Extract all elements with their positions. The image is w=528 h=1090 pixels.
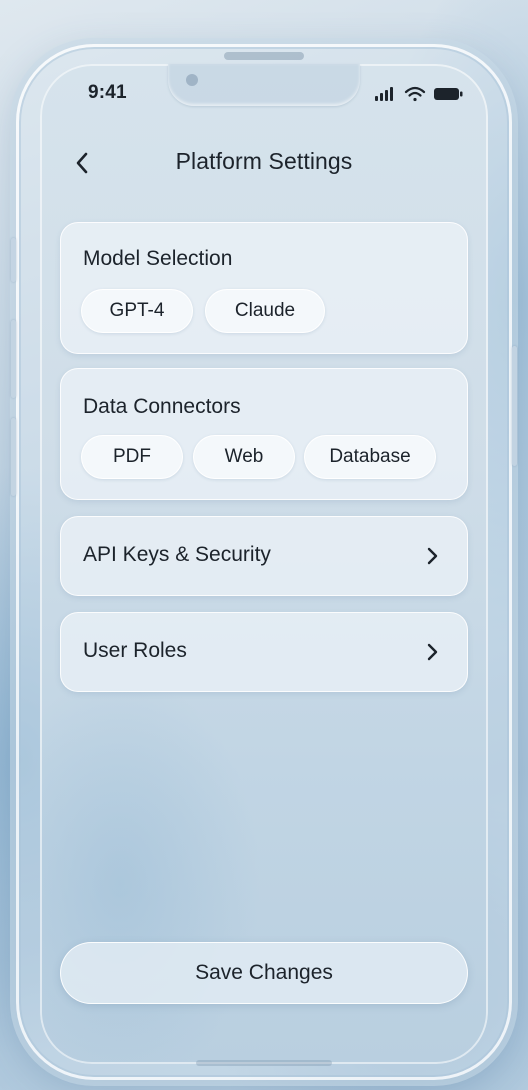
chevron-right-icon [427, 547, 438, 565]
volume-down-button [11, 418, 16, 496]
chevron-right-icon [427, 643, 438, 661]
wifi-icon [404, 86, 426, 102]
data-connectors-title: Data Connectors [83, 395, 241, 418]
battery-icon [434, 88, 463, 100]
back-button[interactable] [70, 146, 96, 180]
camera-icon [186, 74, 198, 86]
status-icons [372, 84, 468, 104]
home-indicator [196, 1060, 332, 1066]
api-keys-row[interactable]: API Keys & Security [60, 516, 468, 596]
side-button [11, 238, 16, 282]
user-roles-label: User Roles [83, 639, 187, 662]
speaker-grille [224, 52, 304, 60]
data-connectors-card: Data Connectors PDF Web Database [60, 368, 468, 500]
api-keys-label: API Keys & Security [83, 543, 271, 566]
connector-option-pdf[interactable]: PDF [81, 435, 183, 479]
status-time: 9:41 [88, 82, 127, 103]
connector-option-database[interactable]: Database [304, 435, 436, 479]
volume-up-button [11, 320, 16, 398]
save-changes-button[interactable]: Save Changes [60, 942, 468, 1004]
page-title: Platform Settings [175, 148, 353, 174]
chevron-left-icon [76, 152, 88, 174]
user-roles-row[interactable]: User Roles [60, 612, 468, 692]
model-selection-card: Model Selection GPT-4 Claude [60, 222, 468, 354]
connector-option-web[interactable]: Web [193, 435, 295, 479]
model-selection-title: Model Selection [83, 247, 233, 270]
model-option-gpt-4[interactable]: GPT-4 [81, 289, 193, 333]
notch [168, 64, 360, 106]
power-button [512, 346, 517, 466]
model-option-claude[interactable]: Claude [205, 289, 325, 333]
signal-icon [375, 87, 393, 101]
